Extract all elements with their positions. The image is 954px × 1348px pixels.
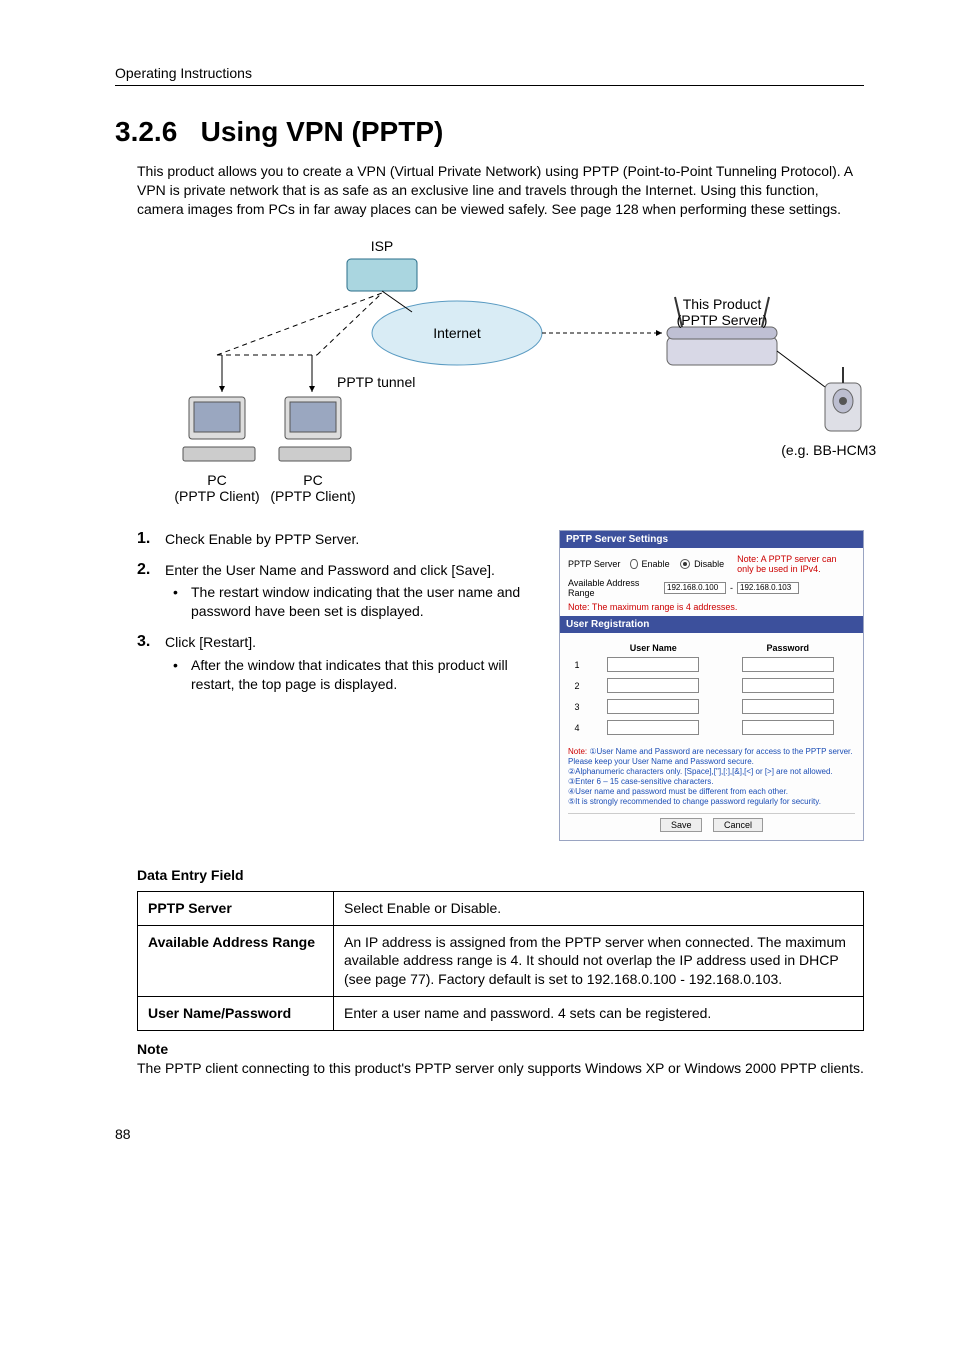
table-row: User Name/Password Enter a user name and… <box>138 997 864 1031</box>
pass-input-4[interactable] <box>742 720 834 735</box>
step-text: Click [Restart]. <box>165 634 256 650</box>
data-entry-field-heading: Data Entry Field <box>137 867 864 883</box>
pptp-server-label: PPTP Server <box>568 559 626 569</box>
field-desc: Enter a user name and password. 4 sets c… <box>334 997 864 1031</box>
section-number: 3.2.6 <box>115 116 177 147</box>
table-row: PPTP Server Select Enable or Disable. <box>138 891 864 925</box>
screenshot-footnotes: Note: ①User Name and Password are necess… <box>560 743 863 813</box>
col-password: Password <box>721 641 856 655</box>
ip-to-input[interactable]: 192.168.0.103 <box>737 582 799 594</box>
step-bullet: • After the window that indicates that t… <box>173 656 545 694</box>
ip-dash: - <box>730 583 733 593</box>
section-title-text: Using VPN (PPTP) <box>201 116 444 147</box>
user-input-2[interactable] <box>607 678 699 693</box>
step-1: 1. Check Enable by PPTP Server. <box>137 530 545 549</box>
table-row: 4 <box>568 718 855 739</box>
diagram-pc2-label-b: (PPTP Client) <box>270 488 355 504</box>
user-input-3[interactable] <box>607 699 699 714</box>
step-bullet: • The restart window indicating that the… <box>173 583 545 621</box>
cancel-button[interactable]: Cancel <box>713 818 763 832</box>
field-name: User Name/Password <box>138 997 334 1031</box>
bullet-text: The restart window indicating that the u… <box>191 583 545 621</box>
user-registration-heading: User Registration <box>560 616 863 633</box>
bullet-text: After the window that indicates that thi… <box>191 656 545 694</box>
table-row: 1 <box>568 655 855 676</box>
field-name: PPTP Server <box>138 891 334 925</box>
table-row: 2 <box>568 676 855 697</box>
table-row: 3 <box>568 697 855 718</box>
diagram-isp-label: ISP <box>371 238 394 254</box>
section-title: 3.2.6 Using VPN (PPTP) <box>115 116 864 148</box>
diagram-pc1-label-a: PC <box>207 472 226 488</box>
data-entry-table: PPTP Server Select Enable or Disable. Av… <box>137 891 864 1031</box>
save-button[interactable]: Save <box>660 818 703 832</box>
col-user-name: User Name <box>586 641 721 655</box>
diagram-product-label-2: (PPTP Server) <box>677 312 768 328</box>
pass-input-3[interactable] <box>742 699 834 714</box>
note-heading: Note <box>137 1041 864 1057</box>
diagram-pc2-label-a: PC <box>303 472 322 488</box>
step-2: 2. Enter the User Name and Password and … <box>137 561 545 622</box>
note-text: The PPTP client connecting to this produ… <box>137 1059 864 1078</box>
user-table: User Name Password 1 2 3 4 <box>568 641 855 739</box>
step-number: 3. <box>137 633 165 651</box>
step-number: 2. <box>137 561 165 579</box>
pass-input-2[interactable] <box>742 678 834 693</box>
disable-radio[interactable] <box>680 559 690 569</box>
footnote-5: ⑤It is strongly recommended to change pa… <box>568 797 821 806</box>
pptp-settings-screenshot: PPTP Server Settings PPTP Server Enable … <box>559 530 864 841</box>
ipv4-note: Note: A PPTP server can only be used in … <box>737 554 855 574</box>
user-input-4[interactable] <box>607 720 699 735</box>
bullet-dot: • <box>173 583 191 621</box>
max-range-note: Note: The maximum range is 4 addresses. <box>568 602 855 612</box>
diagram-camera-label: (e.g. BB-HCM311A) <box>781 442 877 458</box>
diagram-pc1-label-b: (PPTP Client) <box>174 488 259 504</box>
ip-from-input[interactable]: 192.168.0.100 <box>664 582 726 594</box>
bullet-dot: • <box>173 656 191 694</box>
page-number: 88 <box>115 1126 864 1142</box>
footnote-4: ④User name and password must be differen… <box>568 787 788 796</box>
field-desc: Select Enable or Disable. <box>334 891 864 925</box>
step-text: Check Enable by PPTP Server. <box>165 530 545 549</box>
footnote-prefix: Note: <box>568 747 587 756</box>
step-3: 3. Click [Restart]. • After the window t… <box>137 633 545 694</box>
network-diagram: ISP Internet PPTP tunnel This Product (P… <box>137 237 864 520</box>
step-number: 1. <box>137 530 165 548</box>
field-name: Available Address Range <box>138 925 334 997</box>
enable-radio[interactable] <box>630 559 637 569</box>
step-text: Enter the User Name and Password and cli… <box>165 562 495 578</box>
enable-label: Enable <box>642 559 670 569</box>
footnote-2: ②Alphanumeric characters only. [Space],[… <box>568 767 833 776</box>
diagram-tunnel-label: PPTP tunnel <box>337 374 415 390</box>
field-desc: An IP address is assigned from the PPTP … <box>334 925 864 997</box>
header-rule <box>115 85 864 86</box>
footnote-3: ③Enter 6 – 15 case-sensitive characters. <box>568 777 713 786</box>
intro-paragraph: This product allows you to create a VPN … <box>137 162 864 219</box>
table-row: Available Address Range An IP address is… <box>138 925 864 997</box>
available-range-label: Available Address Range <box>568 578 660 598</box>
diagram-internet-label: Internet <box>433 325 481 341</box>
disable-label: Disable <box>694 559 724 569</box>
pass-input-1[interactable] <box>742 657 834 672</box>
footnote-1: ①User Name and Password are necessary fo… <box>568 747 853 766</box>
pptp-settings-heading: PPTP Server Settings <box>560 531 863 548</box>
user-input-1[interactable] <box>607 657 699 672</box>
diagram-product-label-1: This Product <box>683 296 762 312</box>
running-header: Operating Instructions <box>115 65 864 81</box>
